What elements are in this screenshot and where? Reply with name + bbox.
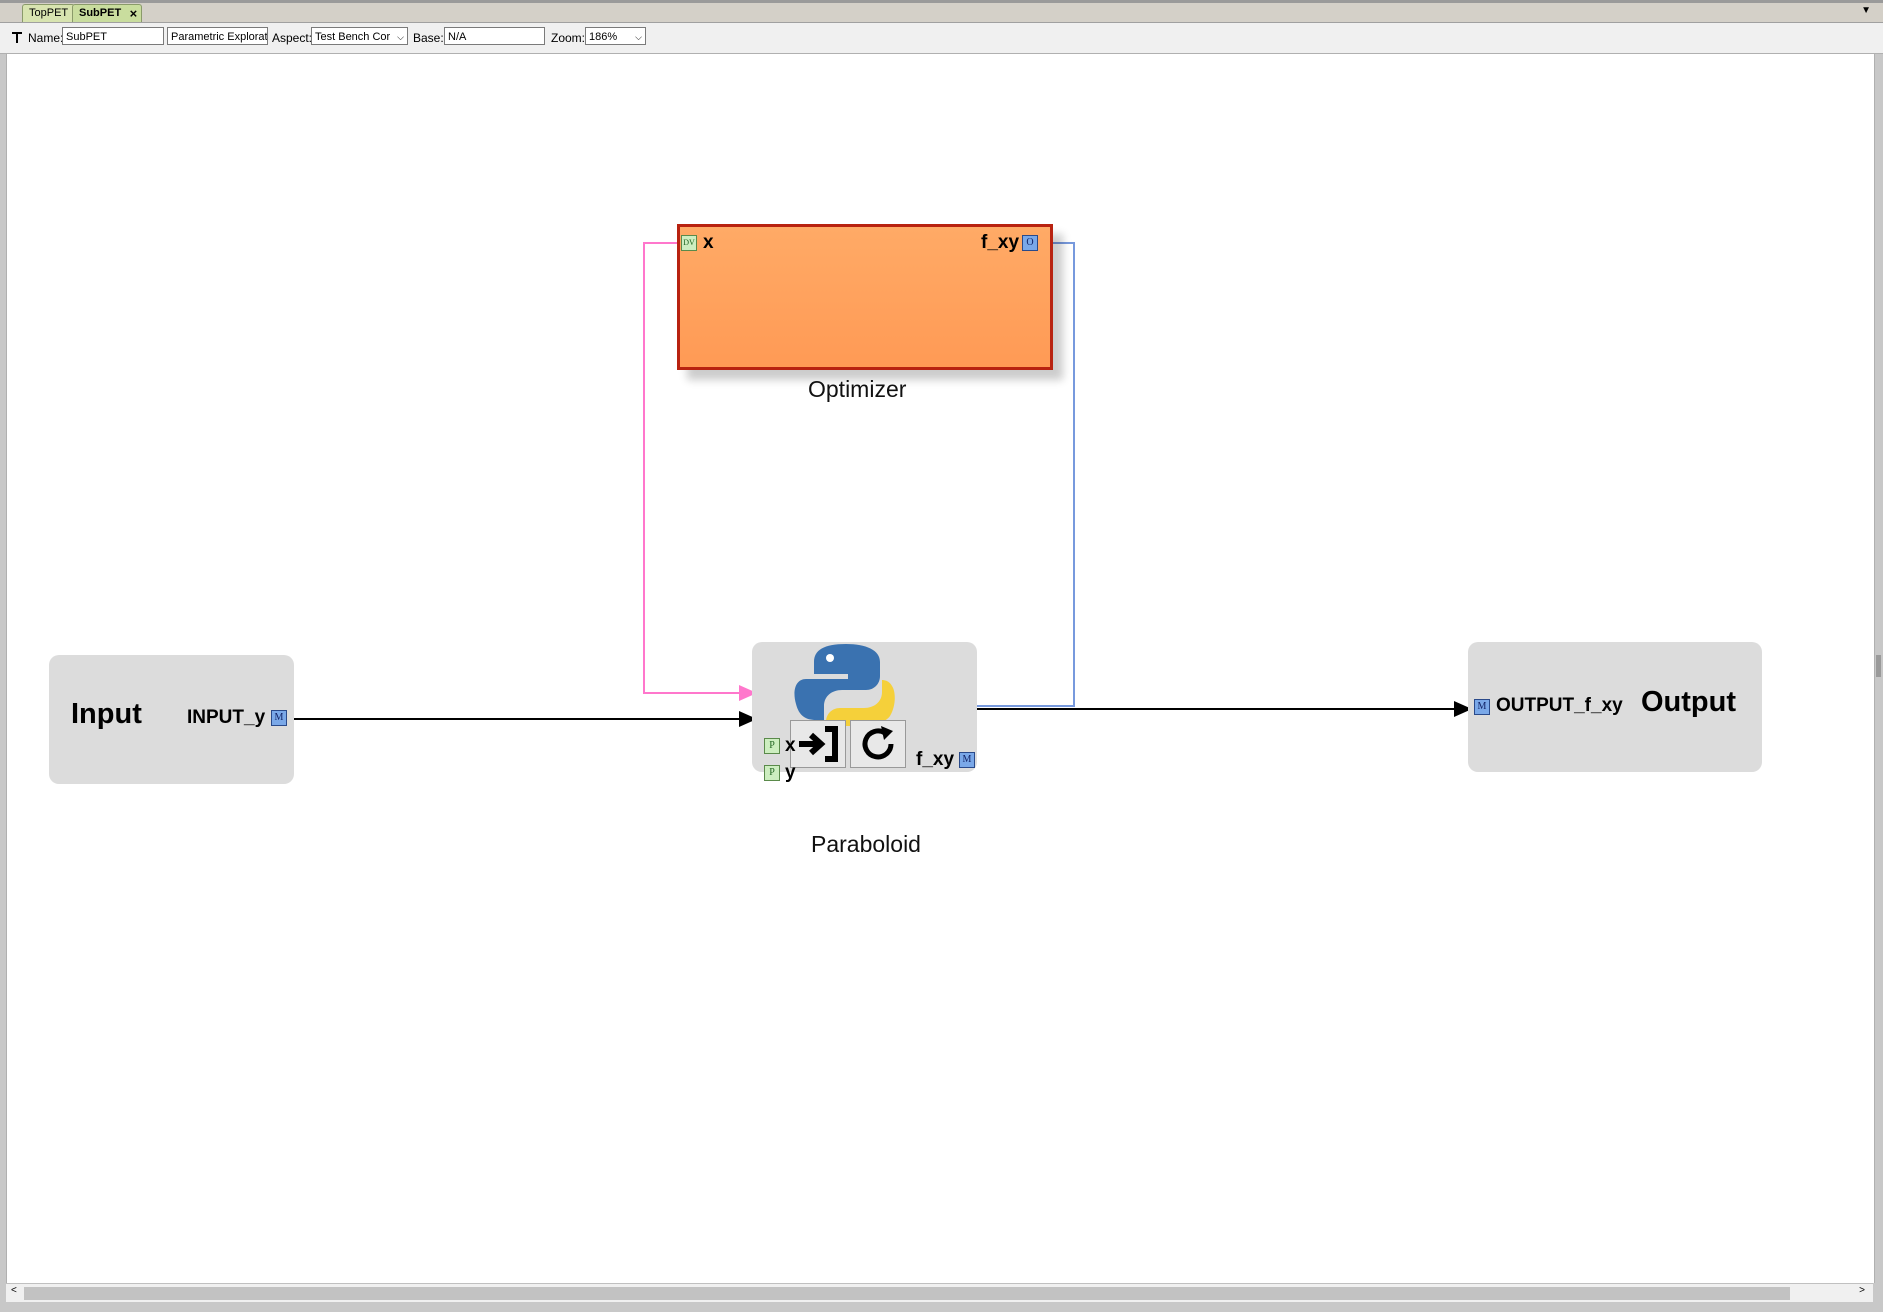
paraboloid-port-y[interactable]: P <box>764 765 780 781</box>
kind-field[interactable]: Parametric Exploration <box>167 27 268 45</box>
optimizer-objective-port[interactable]: O <box>1022 235 1038 251</box>
input-block-port[interactable]: M <box>271 710 287 726</box>
name-field[interactable]: SubPET <box>62 27 164 45</box>
name-label: Name: <box>28 31 64 45</box>
close-icon[interactable]: × <box>130 5 138 22</box>
paraboloid-port-fxy-label: f_xy <box>916 749 955 770</box>
paraboloid-port-x-label: x <box>785 735 796 756</box>
paraboloid-port-y-label: y <box>785 762 796 783</box>
base-label: Base: <box>413 31 444 45</box>
vertical-scroll-handle[interactable] <box>1876 655 1881 677</box>
tab-subpet-label: SubPET <box>79 7 122 19</box>
optimizer-design-variable-port[interactable]: DV <box>681 235 697 251</box>
tab-list-dropdown-icon[interactable]: ▼ <box>1861 5 1871 16</box>
zoom-label: Zoom: <box>551 31 586 45</box>
python-logo-icon <box>794 644 895 726</box>
model-toolbar: Name: SubPET Parametric Exploration Aspe… <box>0 23 1883 54</box>
paraboloid-port-x[interactable]: P <box>764 738 780 754</box>
scroll-right-icon[interactable]: > <box>1859 1285 1865 1296</box>
refresh-icon[interactable] <box>850 720 906 768</box>
optimizer-port-fxy-label: f_xy <box>981 232 1020 253</box>
input-block-name: Input <box>71 698 142 730</box>
paraboloid-output-port[interactable]: M <box>959 752 975 768</box>
chevron-down-icon: ⌵ <box>635 32 642 42</box>
scrollbar-thumb[interactable] <box>24 1287 1790 1300</box>
paraboloid-block-name: Paraboloid <box>811 831 921 857</box>
diagram-canvas[interactable]: DV x f_xy O Optimizer P x P y f_xy M Par… <box>6 54 1875 1283</box>
optimizer-port-x-label: x <box>703 232 714 253</box>
horizontal-scrollbar[interactable]: < > <box>6 1283 1873 1302</box>
tab-subpet[interactable]: SubPET × <box>72 4 143 22</box>
output-port-label: OUTPUT_f_xy <box>1496 695 1623 716</box>
scroll-left-icon[interactable]: < <box>11 1285 17 1296</box>
optimizer-block-name: Optimizer <box>808 376 907 402</box>
output-block-port[interactable]: M <box>1474 699 1490 715</box>
text-tool-icon[interactable] <box>11 30 23 44</box>
aspect-select-value: Test Bench Cor <box>315 31 391 43</box>
tab-toppet[interactable]: TopPET <box>22 4 76 22</box>
aspect-label: Aspect: <box>272 31 313 45</box>
output-block-name: Output <box>1641 686 1737 718</box>
tab-bar-top-edge <box>0 0 1883 3</box>
input-arrow-icon[interactable] <box>790 720 846 768</box>
zoom-select[interactable]: 186% ⌵ <box>585 27 646 45</box>
document-tab-bar: TopPET SubPET × ▼ <box>0 0 1883 23</box>
zoom-select-value: 186% <box>589 31 618 43</box>
chevron-down-icon: ⌵ <box>397 32 404 42</box>
base-field[interactable]: N/A <box>444 27 545 45</box>
input-port-label: INPUT_y <box>187 707 266 728</box>
aspect-select[interactable]: Test Bench Cor ⌵ <box>311 27 408 45</box>
